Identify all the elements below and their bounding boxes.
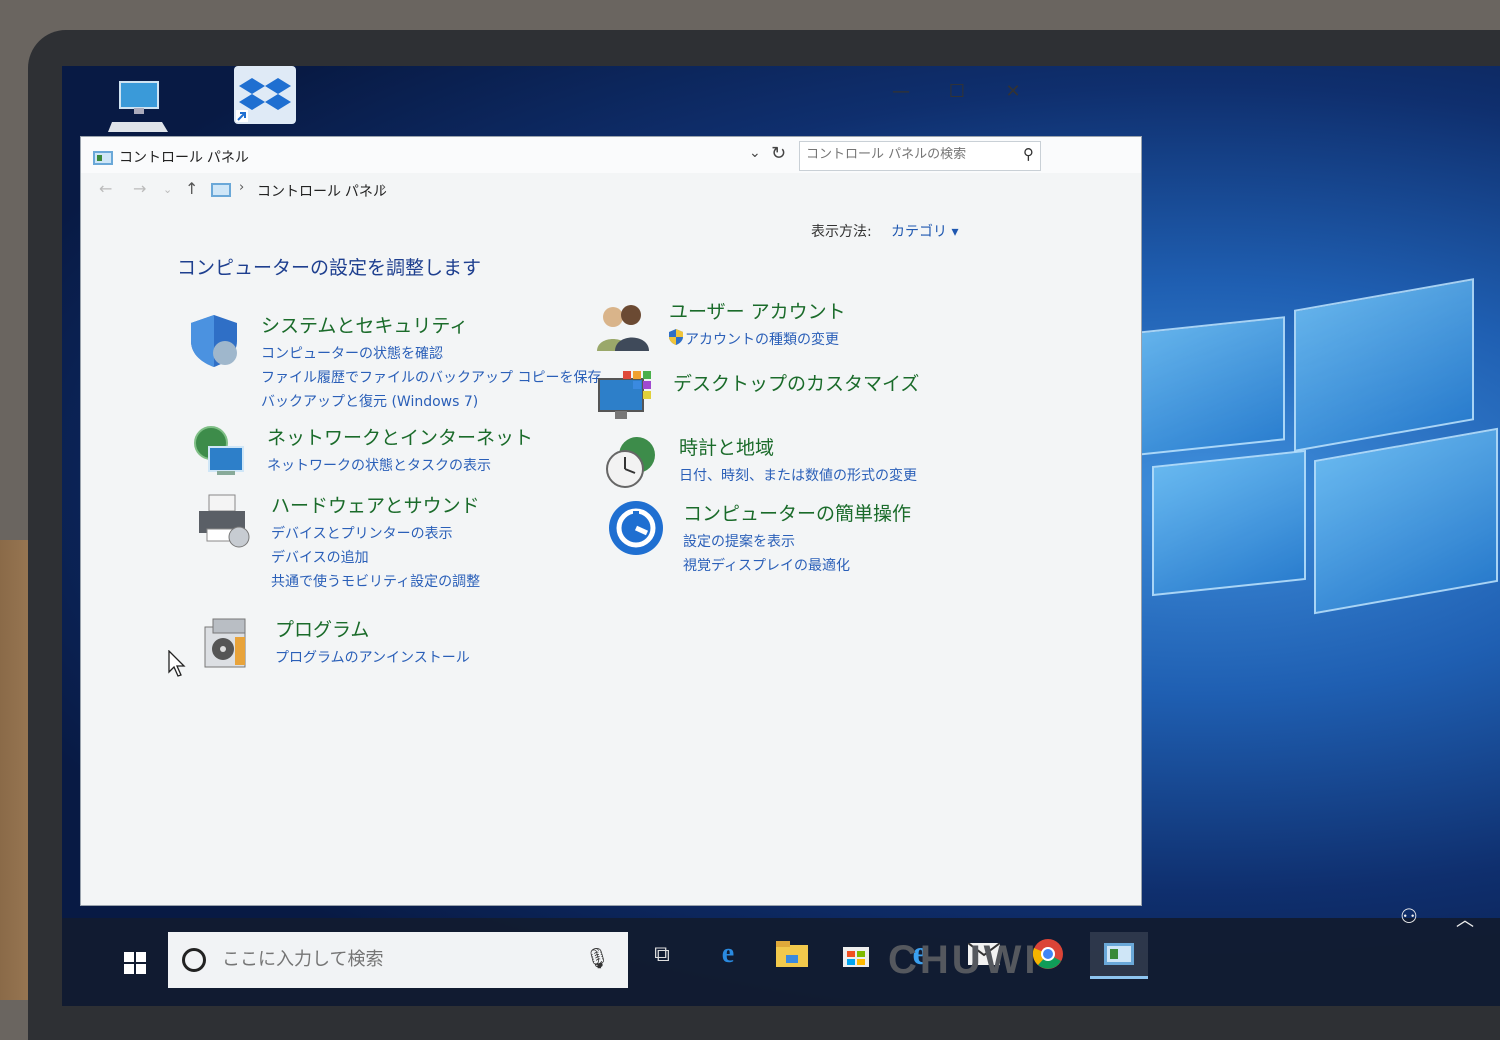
people-icon[interactable]: ⚇ [1400,904,1418,928]
category-link[interactable]: デバイスの追加 [271,547,369,567]
category-link[interactable]: コンピューターの状態を確認 [261,343,443,363]
minimize-button[interactable]: — [881,77,921,107]
category-link[interactable]: プログラムのアンインストール [275,647,470,667]
control-panel-icon [93,151,113,165]
recent-dropdown-icon[interactable]: ⌄ [163,183,172,196]
category-title[interactable]: プログラム [275,615,369,642]
navigation-bar: ← → ⌄ ↑ › コントロール パネル › [81,173,1141,207]
shield-icon[interactable] [185,311,243,369]
control-panel-taskbar-icon[interactable] [1090,932,1148,979]
category-link[interactable]: ネットワークの状態とタスクの表示 [267,455,491,475]
wallpaper-logo-pane [1314,427,1498,615]
laptop-brand-logo: CHUWI [888,938,1039,982]
category-link[interactable]: ファイル履歴でファイルのバックアップ コピーを保存 [261,367,601,387]
category-link[interactable]: アカウントの種類の変更 [685,329,839,349]
wallpaper-logo-pane [1137,316,1285,456]
mouse-cursor-icon [168,650,186,677]
store-icon[interactable] [834,932,878,976]
show-hidden-icons-chevron-icon[interactable]: ︿ [1456,906,1474,932]
breadcrumb-current[interactable]: コントロール パネル [257,181,387,201]
windows-start-icon[interactable] [124,952,146,974]
search-icon[interactable]: ⚲ [1023,145,1034,163]
edge-icon[interactable]: e [706,932,750,976]
users-icon[interactable] [593,297,651,355]
category-link[interactable]: 日付、時刻、または数値の形式の変更 [679,465,917,485]
maximize-button[interactable]: ☐ [937,77,977,107]
screen: — ☐ ✕ コントロール パネル ⌄ ↻ ⚲ ← → ⌄ ↑ › コントロール … [62,66,1500,1006]
control-panel-icon [211,183,231,197]
close-button[interactable]: ✕ [993,77,1033,107]
uac-shield-icon [669,329,683,345]
view-by-dropdown[interactable]: カテゴリ ▾ [891,221,958,241]
category-link[interactable]: デバイスとプリンターの表示 [271,523,453,543]
desktop-icon[interactable] [597,369,655,427]
control-panel-window: — ☐ ✕ コントロール パネル ⌄ ↻ ⚲ ← → ⌄ ↑ › コントロール … [80,81,1142,906]
file-explorer-icon[interactable] [770,932,814,976]
title-bar: コントロール パネル ⌄ ↻ ⚲ [81,137,1141,173]
taskbar: 🎙 ⧉ e e ⚇ ︿ [62,904,1500,1006]
category-link[interactable]: 共通で使うモビリティ設定の調整 [271,571,480,591]
category-title[interactable]: デスクトップのカスタマイズ [673,369,919,396]
programs-icon[interactable] [199,615,257,673]
category-title[interactable]: 時計と地域 [679,433,774,460]
category-link[interactable]: バックアップと復元 (Windows 7) [261,391,478,411]
search-box[interactable]: ⚲ [799,141,1041,171]
wallpaper-logo-pane [1294,278,1474,452]
microphone-icon[interactable]: 🎙 [585,946,610,970]
search-input[interactable] [806,147,1006,162]
cortana-icon [182,948,206,972]
page-heading: コンピューターの設定を調整します [177,257,482,279]
category-link[interactable]: 視覚ディスプレイの最適化 [683,555,850,575]
category-title[interactable]: ハードウェアとサウンド [271,491,480,518]
refresh-icon[interactable]: ↻ [771,143,786,164]
view-by-label: 表示方法: [811,224,872,240]
back-arrow-icon[interactable]: ← [99,179,112,198]
up-arrow-icon[interactable]: ↑ [185,179,198,198]
dropbox-icon[interactable] [234,66,296,124]
taskbar-search-input[interactable] [222,949,562,970]
network-icon[interactable] [191,423,249,481]
clock-icon[interactable] [603,433,661,491]
window-title: コントロール パネル [119,149,249,165]
category-title[interactable]: ネットワークとインターネット [267,423,533,450]
address-dropdown-icon[interactable]: ⌄ [749,145,761,161]
category-title[interactable]: システムとセキュリティ [261,311,468,338]
taskbar-search-box[interactable]: 🎙 [168,932,628,988]
ease-of-access-icon[interactable] [607,499,665,557]
forward-arrow-icon[interactable]: → [133,179,146,198]
category-title[interactable]: コンピューターの簡単操作 [683,499,911,526]
this-pc-icon[interactable] [108,78,170,134]
task-view-icon[interactable]: ⧉ [640,932,684,976]
breadcrumb-separator[interactable]: › [381,180,386,195]
category-link[interactable]: 設定の提案を表示 [683,531,795,551]
category-title[interactable]: ユーザー アカウント [669,297,846,324]
breadcrumb-separator: › [239,180,245,195]
printer-icon[interactable] [195,491,253,549]
wallpaper-logo-pane [1152,449,1306,597]
